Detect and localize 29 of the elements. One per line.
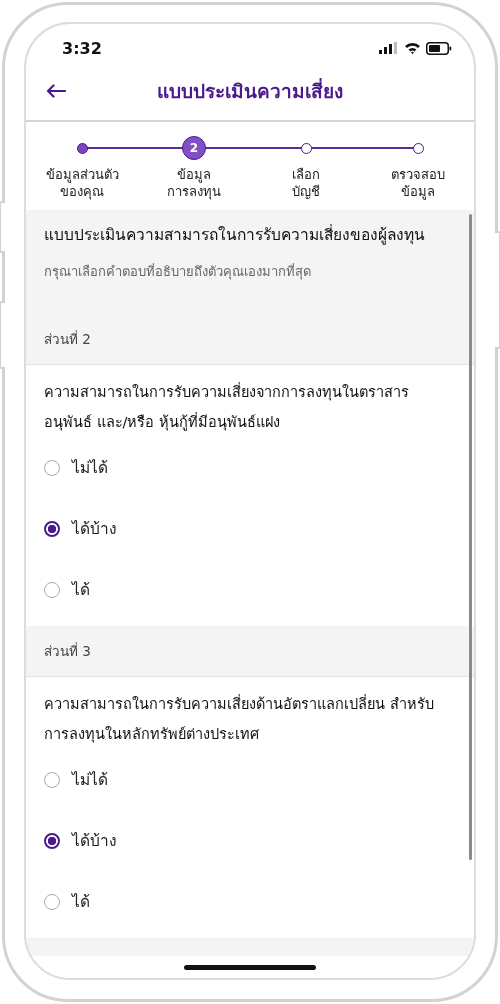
- signal-icon: [379, 42, 399, 54]
- step-label: ตรวจสอบ ข้อมูล: [391, 166, 445, 200]
- radio-button[interactable]: [44, 520, 60, 537]
- radio-button[interactable]: [44, 771, 60, 788]
- radio-button[interactable]: [44, 581, 60, 598]
- answer-option[interactable]: ไม่ได้: [44, 437, 108, 498]
- question-text: ความสามารถในการรับความเสี่ยงด้านอัตราแลกเปลี่ยน สำหรับการลงทุนในหลักทรัพย์ต่างประเทศ: [44, 693, 435, 745]
- wifi-icon: [404, 42, 421, 54]
- step-number: 2: [182, 136, 206, 160]
- status-time: 3:32: [62, 38, 102, 58]
- step-label: เลือก บัญชี: [292, 166, 320, 200]
- radio-button[interactable]: [44, 459, 60, 476]
- question-text: ความสามารถในการรับความเสี่ยงจากการลงทุนในตราสารอนุพันธ์ และ/หรือ หุ้นกู้ที่มีอนุพันธ์แฝง: [44, 381, 410, 433]
- form-title: แบบประเมินความสามารถในการรับความเสี่ยงของผู้ลงทุน: [44, 223, 426, 247]
- answer-option[interactable]: ได้บ้าง: [44, 498, 117, 559]
- back-arrow-icon: [46, 84, 66, 98]
- section-label: ส่วนที่ 2: [44, 331, 91, 347]
- form-instruction: กรุณาเลือกคำตอบที่อธิบายถึงตัวคุณเองมากที่สุด: [44, 262, 312, 282]
- answer-option[interactable]: ได้บ้าง: [44, 810, 117, 871]
- step-label: ข้อมูลส่วนตัว ของคุณ: [45, 166, 119, 200]
- section-label: ส่วนที่ 3: [44, 643, 91, 659]
- answer-option[interactable]: ได้: [44, 871, 90, 932]
- answer-option[interactable]: ไม่ได้: [44, 749, 108, 810]
- battery-icon: [426, 41, 452, 55]
- step-label: ข้อมูล การลงทุน: [167, 166, 221, 200]
- radio-button[interactable]: [44, 893, 60, 910]
- radio-button[interactable]: [44, 832, 60, 849]
- answer-option[interactable]: ได้: [44, 559, 90, 620]
- page-title: แบบประเมินความเสี่ยง: [157, 77, 343, 104]
